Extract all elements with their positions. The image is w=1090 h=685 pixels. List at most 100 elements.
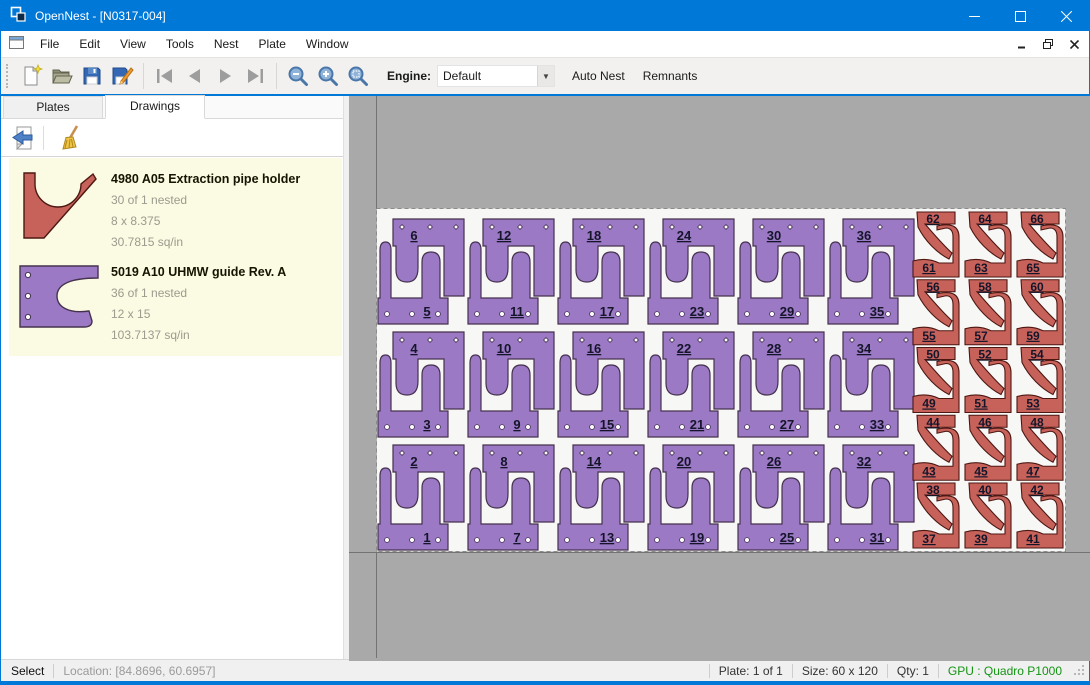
svg-text:35: 35 (870, 304, 884, 319)
svg-text:41: 41 (1026, 532, 1040, 546)
drawing-nested-count: 36 of 1 nested (111, 286, 286, 300)
drawing-nested-count: 30 of 1 nested (111, 193, 300, 207)
maximize-button[interactable] (997, 1, 1043, 31)
nest-canvas[interactable]: 6512111817242330293635431091615222128273… (349, 96, 1090, 661)
open-folder-icon (50, 64, 74, 88)
zoom-out-button[interactable] (283, 62, 313, 90)
svg-text:61: 61 (922, 261, 936, 275)
next-plate-button[interactable] (210, 62, 240, 90)
new-file-button[interactable] (17, 62, 47, 90)
svg-text:37: 37 (922, 532, 936, 546)
svg-text:13: 13 (600, 530, 614, 545)
status-separator (53, 664, 54, 678)
svg-text:10: 10 (497, 341, 511, 356)
tab-drawings[interactable]: Drawings (105, 95, 205, 119)
menu-nest[interactable]: Nest (204, 31, 249, 57)
svg-text:21: 21 (690, 417, 704, 432)
last-plate-button[interactable] (240, 62, 270, 90)
main-area: Plates Drawings (1, 96, 1089, 659)
chevron-down-icon[interactable]: ▼ (537, 66, 554, 86)
svg-text:58: 58 (978, 280, 992, 294)
next-arrow-icon (213, 64, 237, 88)
svg-text:7: 7 (513, 530, 520, 545)
zoom-out-icon (286, 64, 310, 88)
svg-text:63: 63 (974, 261, 988, 275)
window-title: OpenNest - [N0317-004] (35, 9, 166, 23)
resize-grip-icon[interactable] (1072, 663, 1085, 679)
drawing-title: 4980 A05 Extraction pipe holder (111, 170, 300, 186)
new-file-icon (20, 64, 44, 88)
close-button[interactable] (1043, 1, 1089, 31)
zoom-fit-button[interactable] (343, 62, 373, 90)
tab-plates[interactable]: Plates (3, 96, 103, 118)
svg-text:60: 60 (1030, 280, 1044, 294)
save-button[interactable] (77, 62, 107, 90)
svg-text:18: 18 (587, 228, 601, 243)
menu-view[interactable]: View (110, 31, 156, 57)
panel-tabstrip: Plates Drawings (1, 96, 343, 119)
menu-file[interactable]: File (30, 31, 69, 57)
panel-separator (43, 126, 44, 150)
save-as-button[interactable] (107, 62, 137, 90)
child-minimize-button[interactable] (1011, 34, 1033, 54)
svg-text:3: 3 (423, 417, 430, 432)
auto-nest-button[interactable]: Auto Nest (563, 63, 634, 89)
svg-text:54: 54 (1030, 348, 1044, 362)
svg-text:66: 66 (1030, 212, 1044, 226)
menu-window[interactable]: Window (296, 31, 359, 57)
list-item[interactable]: 5019 A10 UHMW guide Rev. A 36 of 1 neste… (9, 255, 342, 348)
menu-edit[interactable]: Edit (69, 31, 110, 57)
svg-text:2: 2 (410, 454, 417, 469)
main-toolbar: Engine: Default ▼ Auto Nest Remnants (1, 57, 1089, 94)
svg-text:39: 39 (974, 532, 988, 546)
menu-bar: File Edit View Tools Nest Plate Window (1, 31, 1089, 57)
status-bar: Select Location: [84.8696, 60.6957] Plat… (1, 659, 1089, 681)
svg-text:22: 22 (677, 341, 691, 356)
remnants-button[interactable]: Remnants (634, 63, 707, 89)
open-button[interactable] (47, 62, 77, 90)
svg-text:8: 8 (500, 454, 507, 469)
zoom-in-button[interactable] (313, 62, 343, 90)
list-item[interactable]: 4980 A05 Extraction pipe holder 30 of 1 … (9, 162, 342, 255)
svg-text:24: 24 (677, 228, 692, 243)
svg-text:34: 34 (857, 341, 872, 356)
svg-text:1: 1 (423, 530, 430, 545)
first-plate-button[interactable] (150, 62, 180, 90)
svg-text:32: 32 (857, 454, 871, 469)
previous-plate-button[interactable] (180, 62, 210, 90)
save-as-icon (110, 64, 134, 88)
drawing-title: 5019 A10 UHMW guide Rev. A (111, 263, 286, 279)
status-qty: Qty: 1 (897, 664, 929, 678)
status-separator (709, 664, 710, 678)
svg-text:4: 4 (410, 341, 418, 356)
document-window-icon[interactable] (9, 36, 24, 52)
import-drawing-button[interactable] (7, 123, 39, 153)
svg-text:16: 16 (587, 341, 601, 356)
svg-text:65: 65 (1026, 261, 1040, 275)
menu-plate[interactable]: Plate (249, 31, 296, 57)
engine-combobox[interactable]: Default ▼ (437, 65, 555, 87)
svg-text:47: 47 (1026, 464, 1040, 478)
toolbar-grip[interactable] (6, 64, 11, 88)
svg-text:62: 62 (926, 212, 940, 226)
zoom-fit-icon (346, 64, 370, 88)
status-location: Location: [84.8696, 60.6957] (63, 664, 215, 678)
svg-text:36: 36 (857, 228, 871, 243)
last-arrow-icon (243, 64, 267, 88)
svg-text:56: 56 (926, 280, 940, 294)
svg-text:38: 38 (926, 483, 940, 497)
drawings-list: 4980 A05 Extraction pipe holder 30 of 1 … (9, 158, 342, 356)
svg-text:46: 46 (978, 415, 992, 429)
child-restore-button[interactable] (1037, 34, 1059, 54)
svg-text:20: 20 (677, 454, 691, 469)
svg-text:50: 50 (926, 348, 940, 362)
clear-drawings-button[interactable] (54, 123, 86, 153)
app-window: OpenNest - [N0317-004] File Edit View To… (0, 0, 1090, 685)
child-close-button[interactable] (1063, 34, 1085, 54)
svg-text:27: 27 (780, 417, 794, 432)
svg-text:29: 29 (780, 304, 794, 319)
status-separator (938, 664, 939, 678)
menu-tools[interactable]: Tools (156, 31, 204, 57)
minimize-button[interactable] (951, 1, 997, 31)
toolbar-separator (143, 63, 144, 89)
